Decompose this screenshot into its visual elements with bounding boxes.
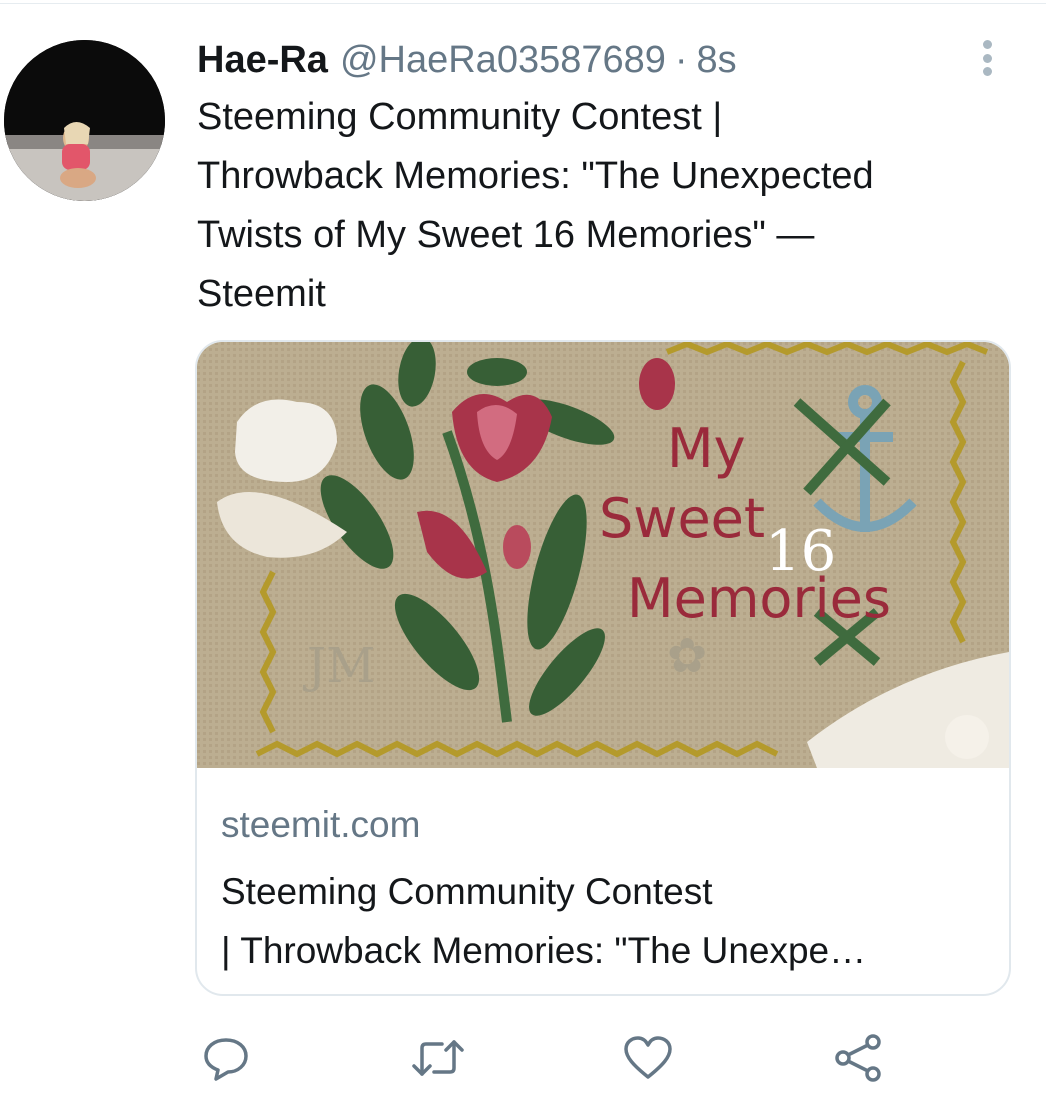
heart-icon[interactable] xyxy=(620,1030,676,1086)
svg-text:✿: ✿ xyxy=(667,628,707,684)
retweet-icon[interactable] xyxy=(410,1030,466,1086)
display-name[interactable]: Hae-Ra xyxy=(197,36,328,84)
card-image-line2: Sweet xyxy=(599,487,765,550)
card-image-line3: Memories xyxy=(627,567,891,630)
tweet-header: Hae-Ra @HaeRa03587689 · 8s xyxy=(197,36,737,84)
card-domain: steemit.com xyxy=(221,804,421,845)
reply-icon[interactable] xyxy=(198,1030,254,1086)
link-card[interactable]: JM ✿ My Sweet 16 Memories steemit.com St… xyxy=(195,340,1011,996)
avatar[interactable] xyxy=(4,40,165,201)
tweet[interactable]: Hae-Ra @HaeRa03587689 · 8s Steeming Comm… xyxy=(0,0,1046,1103)
separator-dot: · xyxy=(674,39,688,81)
card-image[interactable]: JM ✿ My Sweet 16 Memories xyxy=(197,342,1009,768)
share-icon[interactable] xyxy=(830,1030,886,1086)
action-bar xyxy=(0,1030,1046,1086)
more-options-icon[interactable] xyxy=(972,38,1002,78)
svg-text:JM: JM xyxy=(302,638,375,694)
card-title: Steeming Community Contest | Throwback M… xyxy=(221,871,867,971)
timestamp[interactable]: 8s xyxy=(697,36,737,84)
card-image-line1: My xyxy=(667,417,746,480)
user-handle[interactable]: @HaeRa03587689 xyxy=(340,36,666,84)
tweet-text: Steeming Community Contest | Throwback M… xyxy=(197,96,874,315)
